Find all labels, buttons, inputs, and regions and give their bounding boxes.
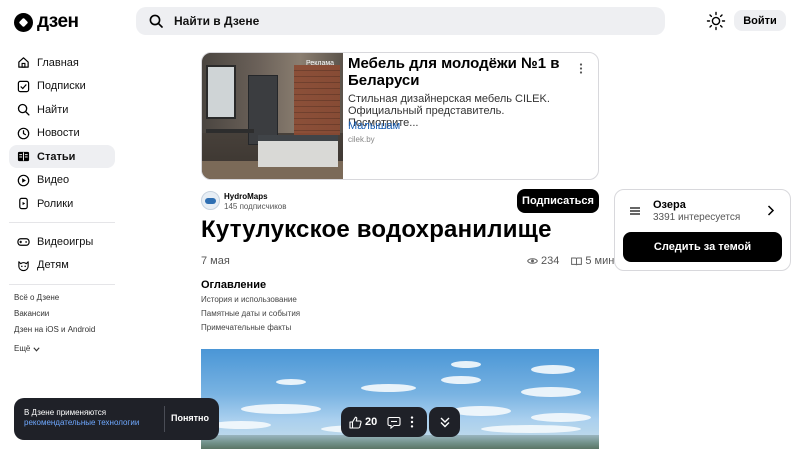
cookie-notice: В Дзене применяются рекомендательные тех… [14, 398, 219, 440]
header: дзен Войти [0, 0, 800, 42]
sidebar-item-articles[interactable]: Статьи [9, 145, 115, 168]
likes-count: 20 [365, 416, 378, 428]
articles-icon [17, 151, 30, 162]
sidebar: Главная Подписки Найти Новости Статьи Ви… [9, 51, 115, 292]
search-icon [149, 14, 163, 28]
cookie-message: В Дзене применяются [24, 408, 107, 417]
logo[interactable]: дзен [14, 11, 79, 33]
toc-item[interactable]: Примечательные факты [201, 323, 291, 332]
sidebar-item-label: Подписки [37, 80, 86, 92]
ad-card[interactable]: Реклама Мебель для молодёжи №1 в Беларус… [201, 52, 599, 180]
sidebar-item-kids[interactable]: Детям [9, 254, 115, 277]
sidebar-item-label: Детям [37, 259, 69, 271]
sidebar-divider [9, 222, 115, 223]
search-input[interactable] [174, 14, 634, 28]
chevron-down-icon [33, 346, 40, 352]
footer-link-about[interactable]: Всё о Дзене [14, 293, 95, 309]
subscribe-button[interactable]: Подписаться [517, 189, 599, 213]
sidebar-item-label: Видео [37, 174, 70, 186]
topic-name[interactable]: Озера [653, 199, 686, 211]
theme-toggle-icon[interactable] [706, 11, 726, 31]
sidebar-item-label: Статьи [37, 150, 76, 163]
logo-text: дзен [37, 11, 79, 32]
sidebar-item-shorts[interactable]: Ролики [9, 192, 115, 215]
toc-item[interactable]: Памятные даты и события [201, 309, 300, 318]
cookie-text: В Дзене применяются рекомендательные тех… [24, 408, 169, 428]
ad-image: Реклама [202, 53, 343, 179]
toc-item[interactable]: История и использование [201, 295, 297, 304]
sidebar-item-label: Видеоигры [37, 235, 94, 248]
more-actions-button[interactable] [410, 416, 414, 428]
eye-icon [527, 258, 538, 264]
like-button[interactable]: 20 [349, 416, 377, 429]
thumbs-up-icon [349, 416, 362, 429]
video-icon [17, 174, 30, 186]
follow-topic-button[interactable]: Следить за темой [623, 232, 782, 262]
toc-heading: Оглавление [201, 279, 267, 291]
sidebar-item-label: Новости [37, 127, 80, 139]
article-stats: 234 5 мин [527, 255, 614, 267]
article-action-bar: 20 [341, 407, 427, 437]
sidebar-item-search[interactable]: Найти [9, 98, 115, 121]
more-label: Ещё [14, 344, 31, 353]
more-vertical-icon[interactable] [579, 63, 583, 74]
sidebar-item-home[interactable]: Главная [9, 51, 115, 74]
comment-button[interactable] [387, 416, 401, 429]
shorts-icon [19, 197, 28, 210]
sidebar-item-games[interactable]: Видеоигры [9, 230, 115, 253]
channel-name[interactable]: HydroMaps [224, 192, 268, 201]
comment-icon [387, 416, 401, 429]
topic-card[interactable]: Озера 3391 интересуется Следить за темой [614, 189, 791, 271]
ad-domain: cilek.by [348, 135, 375, 144]
ad-brand-link[interactable]: Малышам [348, 120, 400, 132]
sidebar-item-label: Главная [37, 56, 79, 69]
menu-icon [630, 207, 640, 215]
scroll-down-button[interactable] [429, 407, 460, 437]
cookie-accept-button[interactable]: Понятно [171, 413, 209, 423]
double-chevron-down-icon [440, 417, 449, 428]
kids-icon [18, 260, 29, 271]
zen-logo-icon [14, 12, 33, 32]
sidebar-item-label: Найти [37, 103, 69, 116]
cookie-link[interactable]: рекомендательные технологии [24, 418, 139, 427]
more-vertical-icon [411, 416, 414, 428]
ad-label: Реклама [306, 60, 335, 67]
channel-avatar[interactable] [201, 191, 220, 210]
footer-link-apps[interactable]: Дзен на iOS и Android [14, 325, 95, 341]
news-icon [17, 127, 30, 139]
home-icon [18, 57, 29, 68]
search-bar[interactable] [136, 7, 665, 35]
chevron-right-icon[interactable] [767, 205, 775, 216]
topic-interested: 3391 интересуется [653, 212, 741, 223]
sidebar-item-news[interactable]: Новости [9, 122, 115, 145]
article-date: 7 мая [201, 255, 230, 267]
read-time: 5 мин [585, 255, 615, 267]
sidebar-footer: Всё о Дзене Вакансии Дзен на iOS и Andro… [14, 293, 95, 357]
book-icon [571, 257, 583, 265]
subscriptions-icon [17, 80, 30, 92]
sidebar-item-video[interactable]: Видео [9, 169, 115, 192]
article-title: Кутулукское водохранилище [201, 216, 552, 243]
login-button[interactable]: Войти [734, 10, 786, 31]
search-icon [17, 103, 30, 116]
sidebar-divider [9, 283, 115, 285]
sidebar-item-label: Ролики [37, 197, 74, 210]
sidebar-item-subscriptions[interactable]: Подписки [9, 75, 115, 98]
channel-subscribers: 145 подписчиков [224, 202, 287, 211]
views-count: 234 [541, 255, 560, 267]
ad-title[interactable]: Мебель для молодёжи №1 в Беларуси [348, 55, 568, 89]
gamepad-icon [17, 238, 30, 246]
cookie-divider [164, 406, 165, 432]
footer-link-jobs[interactable]: Вакансии [14, 309, 95, 325]
footer-more[interactable]: Ещё [14, 341, 95, 357]
